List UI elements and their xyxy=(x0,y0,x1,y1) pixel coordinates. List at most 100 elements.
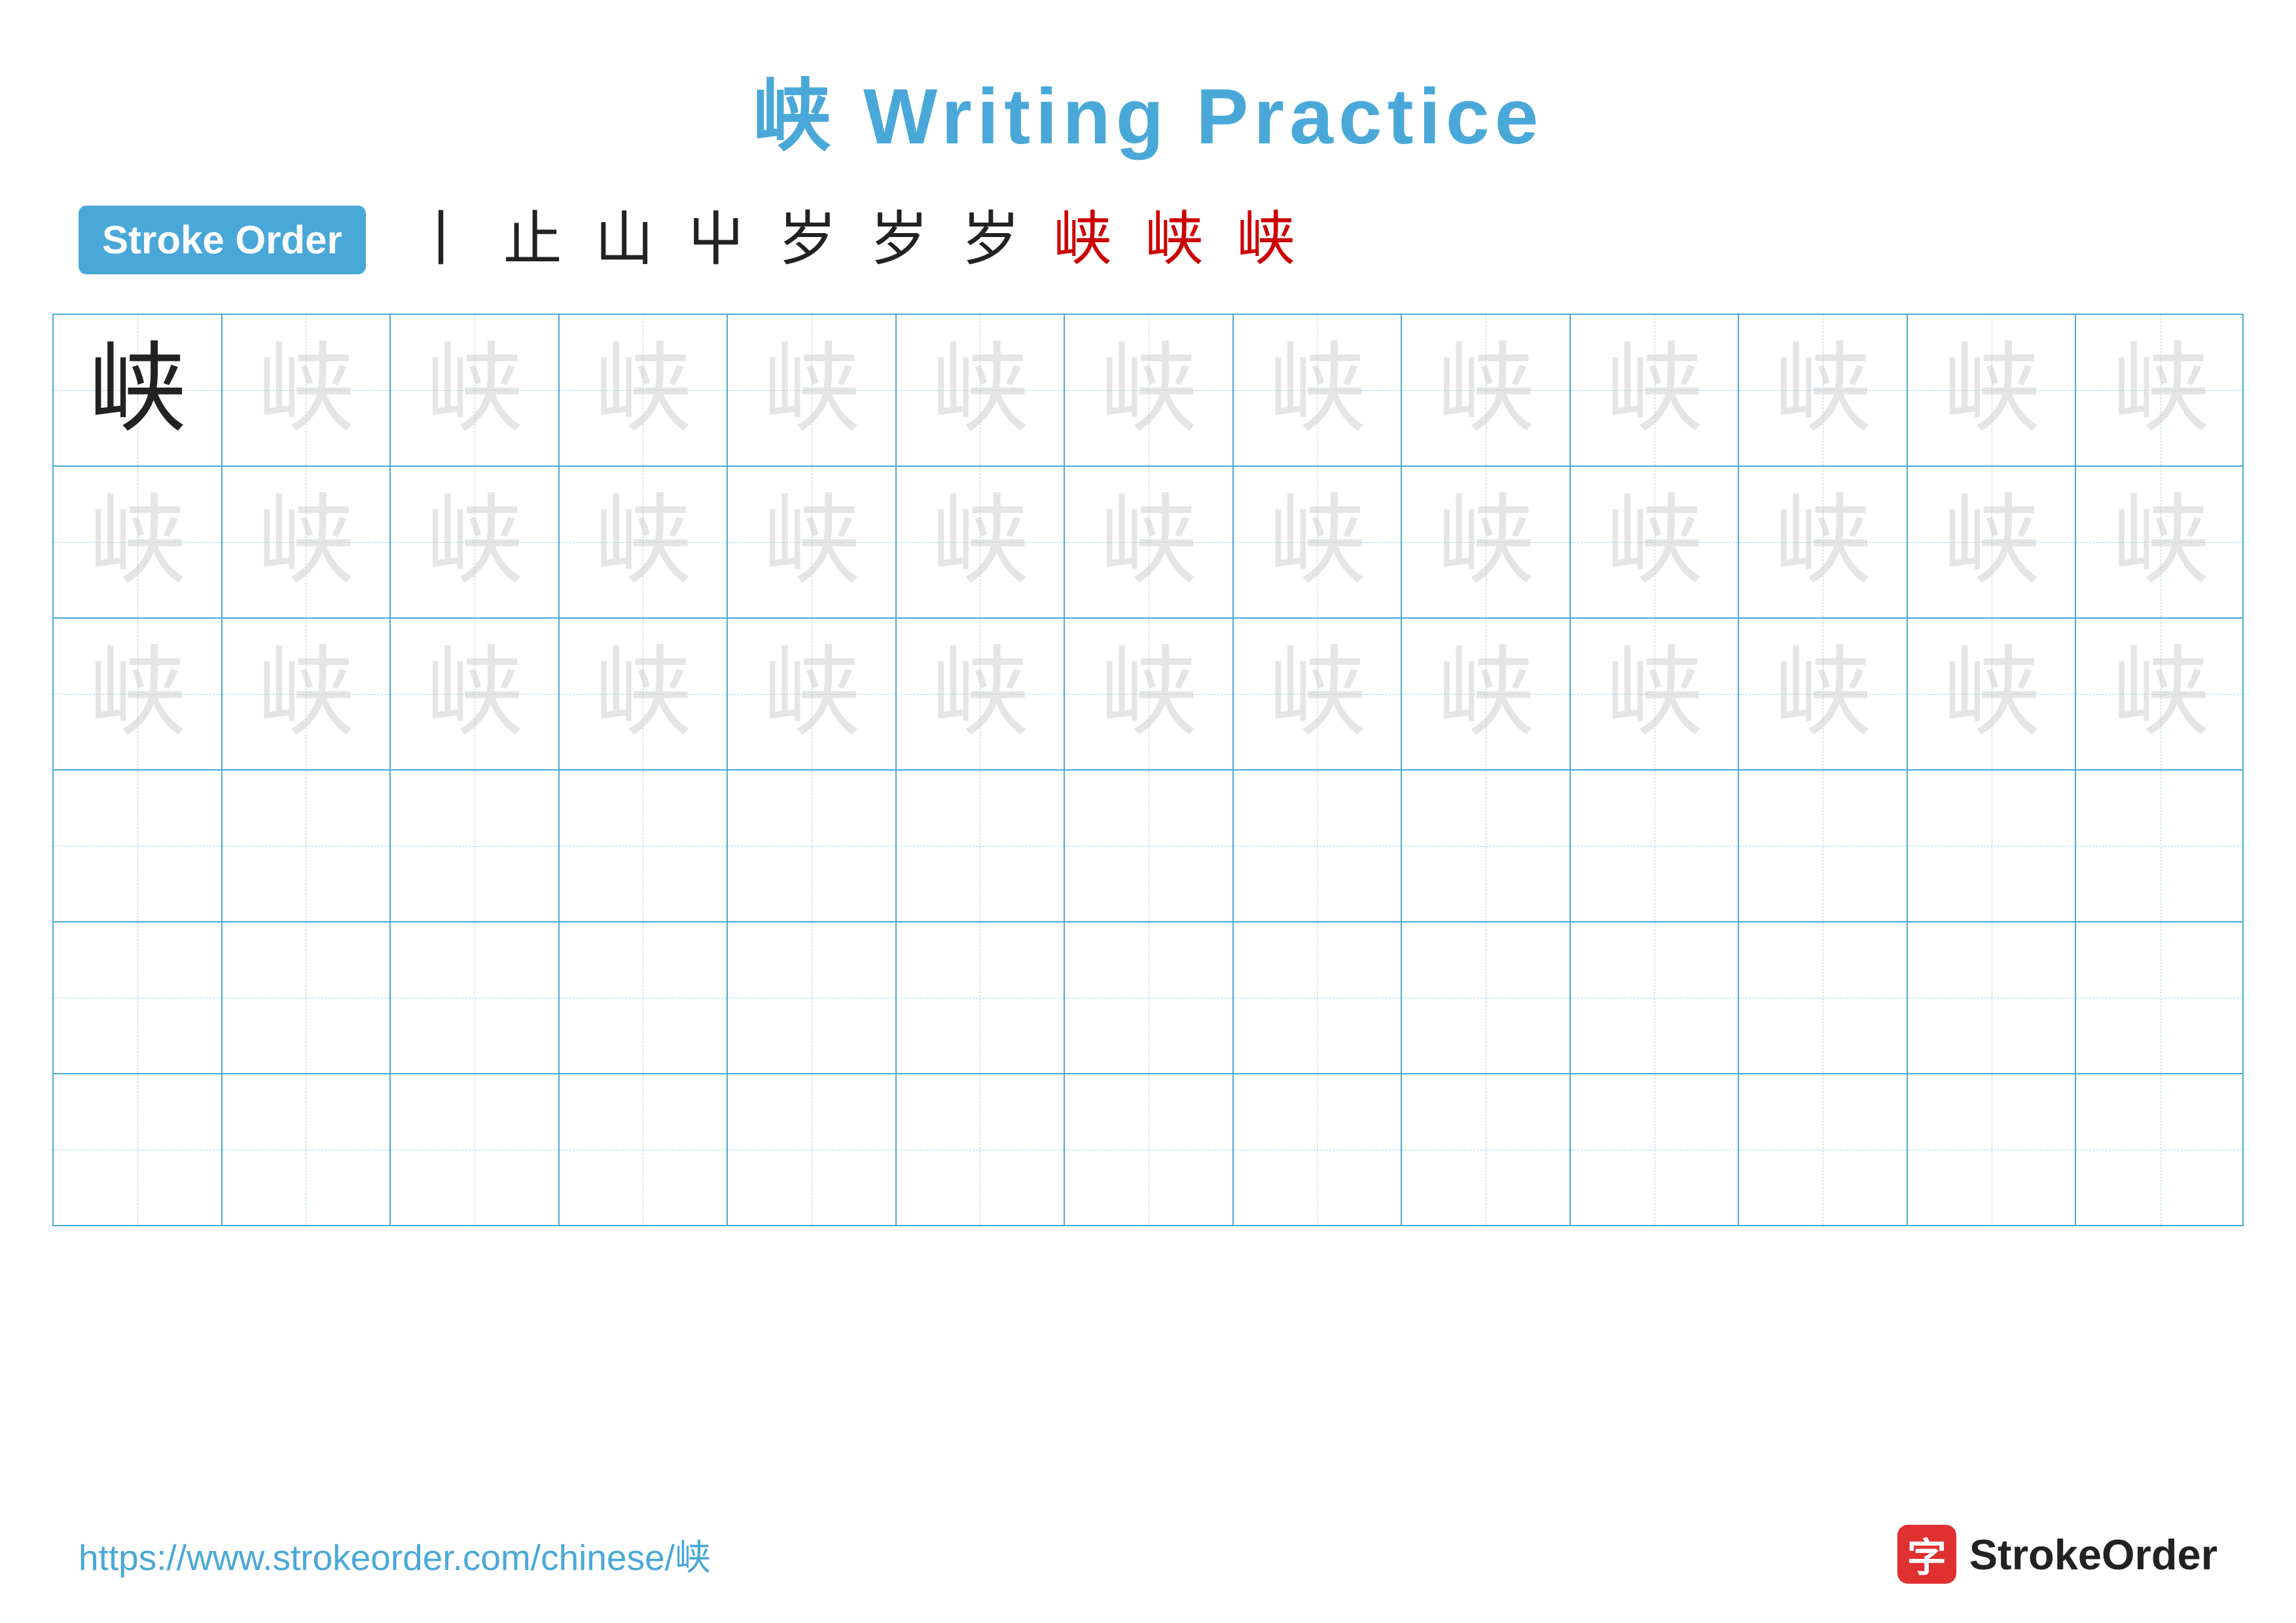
grid-cell[interactable] xyxy=(1571,922,1740,1073)
grid-cell[interactable] xyxy=(2076,771,2245,921)
grid-cell[interactable] xyxy=(728,922,897,1073)
grid-cell[interactable] xyxy=(1908,922,2077,1073)
grid-cell[interactable] xyxy=(1739,922,1908,1073)
grid-cell[interactable]: 峡 xyxy=(1402,315,1571,465)
grid-cell[interactable] xyxy=(1065,771,1234,921)
grid-cell[interactable]: 峡 xyxy=(1739,619,1908,769)
grid-cell[interactable]: 峡 xyxy=(1908,315,2077,465)
grid-cell[interactable]: 峡 xyxy=(897,315,1066,465)
grid-cell[interactable] xyxy=(223,922,391,1073)
practice-char: 峡 xyxy=(594,493,692,591)
grid-cell[interactable]: 峡 xyxy=(728,467,897,617)
grid-cell[interactable] xyxy=(2076,1074,2245,1225)
grid-cell[interactable]: 峡 xyxy=(1402,619,1571,769)
grid-cell[interactable]: 峡 xyxy=(223,619,391,769)
grid-cell[interactable] xyxy=(1908,771,2077,921)
grid-cell[interactable] xyxy=(1571,771,1740,921)
grid-cell[interactable] xyxy=(1402,922,1571,1073)
grid-cell[interactable] xyxy=(560,1074,728,1225)
grid-cell[interactable]: 峡 xyxy=(391,619,560,769)
practice-char: 峡 xyxy=(425,341,524,439)
grid-cell[interactable]: 峡 xyxy=(1571,315,1740,465)
grid-cell[interactable] xyxy=(1571,1074,1740,1225)
grid-cell[interactable] xyxy=(1234,771,1403,921)
grid-cell[interactable]: 峡 xyxy=(560,619,728,769)
stroke-order-row: Stroke Order 丨 止 山 屮 岁 岁 岁 峡 峡 峡 xyxy=(0,166,2296,301)
practice-char: 峡 xyxy=(931,493,1029,591)
grid-cell[interactable] xyxy=(1065,1074,1234,1225)
practice-char: 峡 xyxy=(1774,341,1872,439)
grid-cell[interactable]: 峡 xyxy=(728,619,897,769)
grid-cell[interactable]: 峡 xyxy=(223,467,391,617)
grid-cell[interactable] xyxy=(54,922,223,1073)
grid-cell[interactable]: 峡 xyxy=(1571,619,1740,769)
grid-cell[interactable] xyxy=(897,922,1066,1073)
logo-char: 字 xyxy=(1907,1526,1946,1583)
grid-cell[interactable]: 峡 xyxy=(1065,467,1234,617)
grid-cell[interactable]: 峡 xyxy=(54,619,223,769)
grid-cell[interactable]: 峡 xyxy=(54,467,223,617)
grid-cell[interactable]: 峡 xyxy=(1065,315,1234,465)
grid-cell[interactable]: 峡 xyxy=(897,619,1066,769)
grid-cell[interactable]: 峡 xyxy=(391,467,560,617)
practice-char: 峡 xyxy=(762,341,861,439)
grid-cell[interactable] xyxy=(1234,1074,1403,1225)
grid-cell[interactable] xyxy=(223,771,391,921)
practice-grid: 峡 峡 峡 峡 峡 峡 峡 峡 峡 峡 峡 峡 峡 峡 峡 峡 峡 峡 峡 峡 … xyxy=(52,314,2244,1226)
grid-cell[interactable] xyxy=(2076,922,2245,1073)
grid-cell[interactable]: 峡 xyxy=(1234,619,1403,769)
grid-cell[interactable] xyxy=(560,922,728,1073)
grid-cell[interactable] xyxy=(1402,771,1571,921)
practice-char: 峡 xyxy=(425,645,524,743)
grid-cell[interactable] xyxy=(1739,1074,1908,1225)
practice-char: 峡 xyxy=(1268,493,1366,591)
grid-row-5 xyxy=(54,922,2242,1074)
grid-cell[interactable] xyxy=(560,771,728,921)
footer-url[interactable]: https://www.strokeorder.com/chinese/峡 xyxy=(79,1528,711,1580)
grid-cell[interactable] xyxy=(897,771,1066,921)
grid-cell[interactable] xyxy=(391,922,560,1073)
grid-cell[interactable] xyxy=(223,1074,391,1225)
practice-char: 峡 xyxy=(762,493,861,591)
grid-cell[interactable] xyxy=(54,771,223,921)
grid-cell[interactable] xyxy=(728,1074,897,1225)
grid-cell[interactable]: 峡 xyxy=(560,315,728,465)
grid-cell[interactable]: 峡 xyxy=(54,315,223,465)
practice-char: 峡 xyxy=(1268,645,1366,743)
stroke-2: 止 xyxy=(503,211,562,270)
grid-cell[interactable] xyxy=(391,1074,560,1225)
practice-char: 峡 xyxy=(1100,341,1198,439)
grid-cell[interactable] xyxy=(54,1074,223,1225)
grid-cell[interactable]: 峡 xyxy=(1908,619,2077,769)
grid-cell[interactable] xyxy=(1739,771,1908,921)
grid-cell[interactable]: 峡 xyxy=(1739,467,1908,617)
grid-cell[interactable] xyxy=(391,771,560,921)
grid-cell[interactable] xyxy=(728,771,897,921)
practice-char: 峡 xyxy=(1605,645,1704,743)
grid-cell[interactable]: 峡 xyxy=(2076,467,2245,617)
grid-cell[interactable] xyxy=(1908,1074,2077,1225)
grid-cell[interactable]: 峡 xyxy=(1571,467,1740,617)
practice-char: 峡 xyxy=(257,645,355,743)
grid-cell[interactable]: 峡 xyxy=(223,315,391,465)
grid-cell[interactable]: 峡 xyxy=(1739,315,1908,465)
grid-cell[interactable]: 峡 xyxy=(391,315,560,465)
grid-cell[interactable]: 峡 xyxy=(1402,467,1571,617)
grid-cell[interactable]: 峡 xyxy=(1908,467,2077,617)
grid-cell[interactable]: 峡 xyxy=(2076,315,2245,465)
grid-cell[interactable]: 峡 xyxy=(1065,619,1234,769)
grid-cell[interactable]: 峡 xyxy=(897,467,1066,617)
grid-row-2: 峡 峡 峡 峡 峡 峡 峡 峡 峡 峡 峡 峡 峡 xyxy=(54,467,2242,619)
stroke-8: 峡 xyxy=(1053,211,1112,270)
practice-char: 峡 xyxy=(2111,341,2210,439)
grid-cell[interactable]: 峡 xyxy=(728,315,897,465)
grid-cell[interactable] xyxy=(1402,1074,1571,1225)
grid-cell[interactable] xyxy=(1234,922,1403,1073)
grid-row-1: 峡 峡 峡 峡 峡 峡 峡 峡 峡 峡 峡 峡 峡 xyxy=(54,315,2242,467)
grid-cell[interactable] xyxy=(897,1074,1066,1225)
grid-cell[interactable] xyxy=(1065,922,1234,1073)
grid-cell[interactable]: 峡 xyxy=(2076,619,2245,769)
grid-cell[interactable]: 峡 xyxy=(560,467,728,617)
grid-cell[interactable]: 峡 xyxy=(1234,315,1403,465)
grid-cell[interactable]: 峡 xyxy=(1234,467,1403,617)
